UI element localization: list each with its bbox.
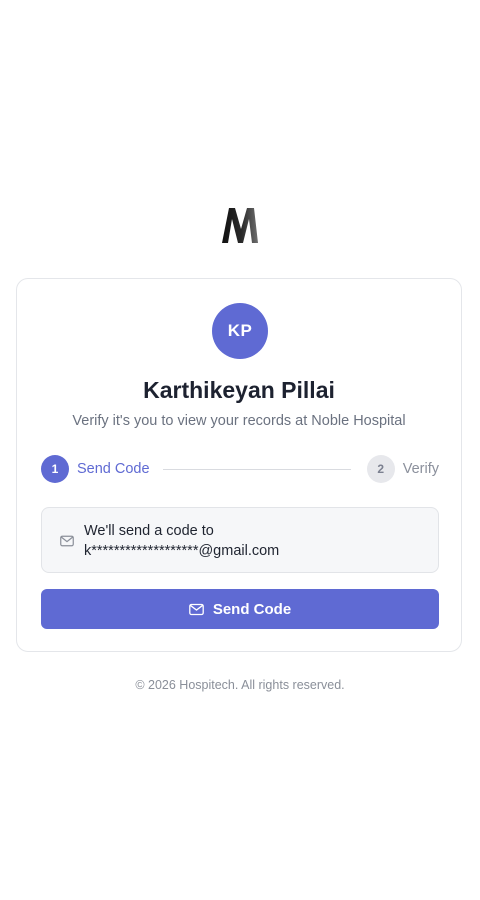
step-number-badge: 1 [41,455,69,483]
mail-icon [188,603,204,615]
step-label: Send Code [77,461,150,477]
mail-icon [60,535,74,547]
patient-name: Karthikeyan Pillai [143,377,335,403]
send-code-button[interactable]: Send Code [41,589,439,629]
info-text: We'll send a code to k******************… [84,521,279,561]
brand-m-logo-icon [222,208,258,243]
step-verify: 2 Verify [366,455,439,483]
step-send-code: 1 Send Code [41,455,150,483]
step-number-badge: 2 [366,455,395,483]
page: KP Karthikeyan Pillai Verify it's you to… [0,0,480,900]
avatar-initials: KP [227,321,253,340]
step-connector-line [163,469,351,470]
info-line-intro: We'll send a code to [84,523,214,539]
send-code-button-label: Send Code [212,600,292,618]
step-label: Verify [402,461,439,477]
verification-card: KP Karthikeyan Pillai Verify it's you to… [16,278,462,652]
avatar: KP [212,303,268,359]
code-destination-info: We'll send a code to k******************… [41,507,439,573]
verify-subtitle: Verify it's you to view your records at … [72,413,406,429]
masked-email: k*******************@gmail.com [84,543,280,559]
copyright-footer: © 2026 Hospitech. All rights reserved. [135,678,345,692]
